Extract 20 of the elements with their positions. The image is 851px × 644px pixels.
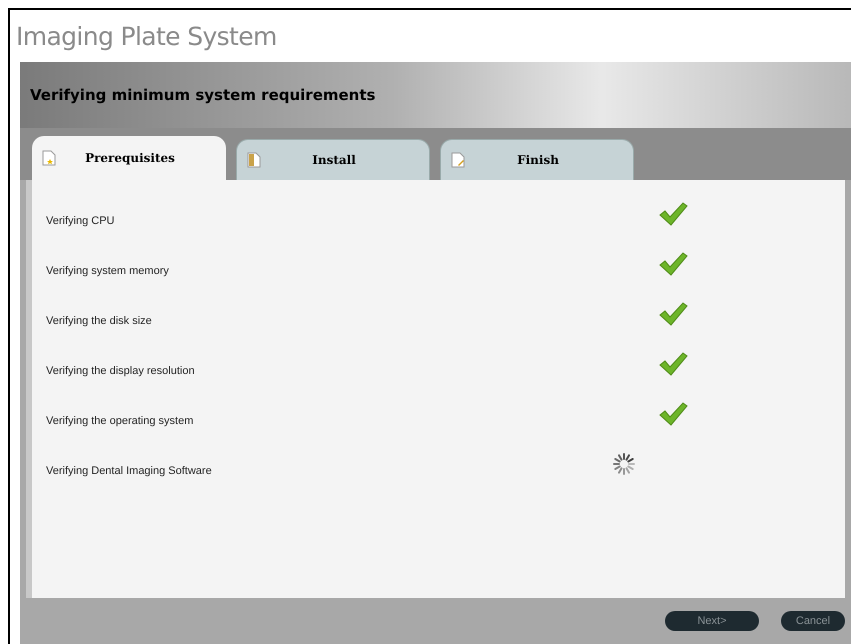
tab[interactable]: Finish [440, 139, 634, 180]
tab[interactable]: Prerequisites [32, 136, 226, 180]
check-label: Verifying the disk size [46, 314, 152, 329]
check-label: Verifying system memory [46, 264, 169, 279]
check-label: Verifying the display resolution [46, 364, 195, 379]
document-icon [42, 150, 56, 166]
document-icon [451, 152, 465, 168]
loading-spinner-icon [612, 452, 636, 476]
document-icon [247, 152, 261, 168]
check-label: Verifying Dental Imaging Software [46, 464, 212, 479]
checkmark-icon [658, 302, 688, 328]
window-title: Imaging Plate System [15, 21, 278, 53]
checkmark-icon [658, 352, 688, 378]
check-label: Verifying CPU [46, 214, 114, 229]
checkmark-icon [658, 202, 688, 228]
checkmark-icon [658, 252, 688, 278]
tab[interactable]: Install [236, 139, 430, 180]
checkmark-icon [658, 402, 688, 428]
banner-heading: Verifying minimum system requirements [30, 84, 376, 106]
check-label: Verifying the operating system [46, 414, 194, 429]
